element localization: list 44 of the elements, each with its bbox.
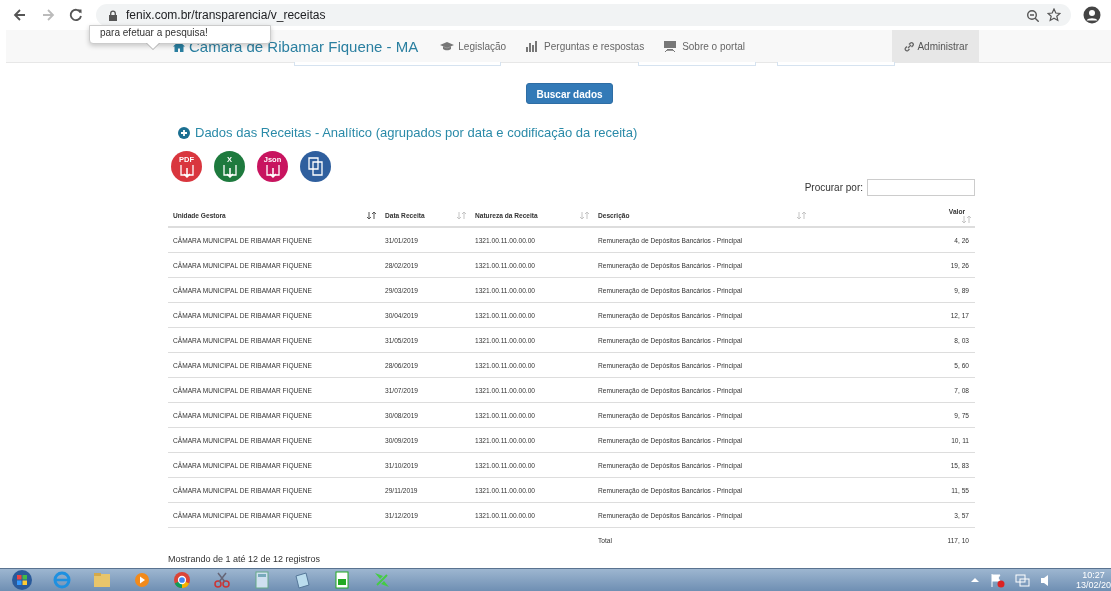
network-icon[interactable] <box>1014 572 1030 588</box>
nav-link[interactable]: Legislação <box>440 40 507 52</box>
zoom-icon[interactable] <box>1026 8 1039 22</box>
download-icon <box>265 164 280 178</box>
monitor-icon <box>664 40 679 52</box>
search-button[interactable]: Buscar dados <box>526 83 613 104</box>
flag-icon[interactable] <box>989 572 1005 588</box>
star-icon[interactable] <box>1047 8 1061 22</box>
address-field[interactable]: fenix.com.br/transparencia/v_receitas <box>126 8 326 22</box>
plus-circle-icon[interactable] <box>178 126 190 139</box>
download-icon <box>222 164 237 178</box>
caret-icon[interactable] <box>969 576 980 584</box>
start-button[interactable] <box>12 570 32 590</box>
nav-link[interactable]: Perguntas e respostas <box>526 40 645 52</box>
search-label: Procurar por: <box>804 182 863 193</box>
clock-time: 10:27 <box>1082 570 1105 580</box>
back-icon[interactable] <box>12 7 28 23</box>
reload-icon[interactable] <box>68 7 84 23</box>
lock-icon <box>108 9 118 21</box>
sort-icon[interactable] <box>367 212 376 219</box>
link-icon <box>903 40 915 52</box>
tooltip: para efetuar a pesquisa! <box>89 25 271 44</box>
search-field[interactable] <box>867 179 975 196</box>
nav-link[interactable]: Sobre o portal <box>664 40 745 52</box>
calculator-icon[interactable] <box>252 570 272 590</box>
clock-date: 13/02/20 <box>1075 580 1111 590</box>
records-info: Mostrando de 1 até 12 de 12 registros <box>168 554 322 564</box>
graduation-cap-icon <box>440 40 455 52</box>
section-title: Dados das Receitas - Analítico (agrupados por data e codificação da receita) <box>195 125 638 140</box>
media-player-icon[interactable] <box>132 570 152 590</box>
folder-icon[interactable] <box>92 570 112 590</box>
account-icon[interactable] <box>1083 6 1101 24</box>
copy-icon <box>308 157 323 176</box>
admin-link[interactable]: Administrar <box>892 30 979 62</box>
spreadsheet-icon[interactable] <box>332 570 352 590</box>
download-icon <box>179 164 194 178</box>
tooltip-pointer <box>146 42 160 49</box>
copy-button[interactable] <box>300 151 331 182</box>
notepad-icon[interactable] <box>292 570 312 590</box>
speaker-icon[interactable] <box>1039 572 1050 588</box>
forward-icon[interactable] <box>40 7 56 23</box>
browser-e-icon[interactable] <box>52 570 72 590</box>
chrome-icon[interactable] <box>172 570 192 590</box>
scissors-icon[interactable] <box>212 570 232 590</box>
